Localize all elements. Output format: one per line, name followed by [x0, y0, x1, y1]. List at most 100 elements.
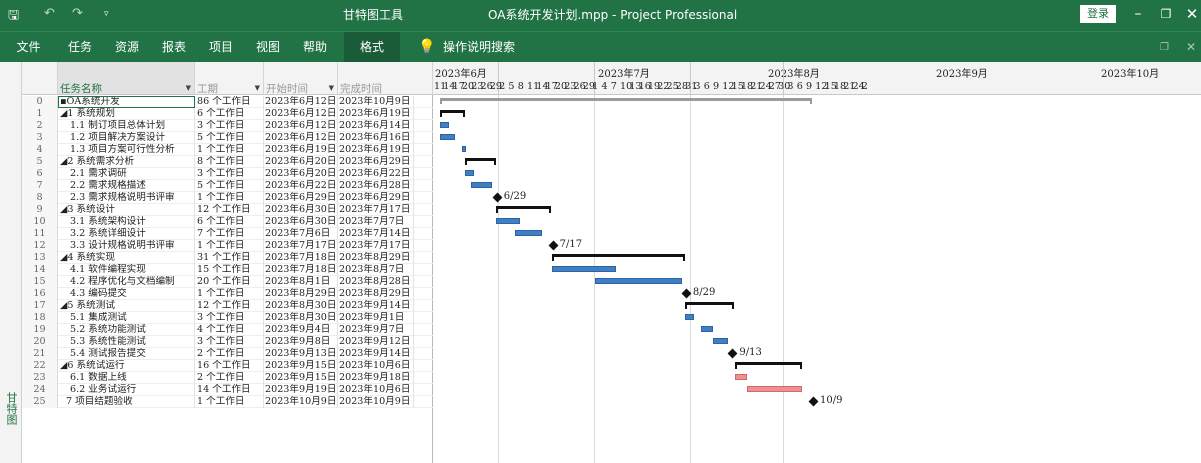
- critical-task-bar[interactable]: [747, 386, 803, 392]
- tab-resource[interactable]: 资源: [115, 32, 139, 63]
- task-finish[interactable]: 2023年7月14日: [338, 228, 414, 240]
- task-name[interactable]: 1.1 制订项目总体计划: [58, 120, 195, 132]
- task-start[interactable]: 2023年6月19日: [264, 144, 338, 156]
- task-duration[interactable]: 5 个工作日: [196, 132, 264, 144]
- task-start[interactable]: 2023年9月15日: [264, 360, 338, 372]
- task-start[interactable]: 2023年6月20日: [264, 168, 338, 180]
- task-row[interactable]: 6 2.1 需求调研 3 个工作日 2023年6月20日 2023年6月22日: [22, 168, 433, 180]
- task-start[interactable]: 2023年8月30日: [264, 300, 338, 312]
- task-bar[interactable]: [595, 278, 682, 284]
- task-duration[interactable]: 3 个工作日: [196, 120, 264, 132]
- summary-bar[interactable]: [440, 110, 466, 117]
- task-bar[interactable]: [471, 182, 493, 188]
- task-finish[interactable]: 2023年6月19日: [338, 144, 414, 156]
- task-finish[interactable]: 2023年9月18日: [338, 372, 414, 384]
- task-start[interactable]: 2023年7月18日: [264, 252, 338, 264]
- task-row[interactable]: 22 ◢6 系统试运行 16 个工作日 2023年9月15日 2023年10月6日: [22, 360, 433, 372]
- task-start[interactable]: 2023年8月29日: [264, 288, 338, 300]
- task-duration[interactable]: 12 个工作日: [196, 204, 264, 216]
- task-row[interactable]: 10 3.1 系统架构设计 6 个工作日 2023年6月30日 2023年7月7日: [22, 216, 433, 228]
- login-button[interactable]: 登录: [1080, 5, 1116, 23]
- tab-help[interactable]: 帮助: [303, 32, 327, 63]
- dropdown-icon[interactable]: ▼: [255, 84, 260, 92]
- task-finish[interactable]: 2023年6月19日: [338, 108, 414, 120]
- task-duration[interactable]: 1 个工作日: [196, 288, 264, 300]
- task-name[interactable]: 4.1 软件编程实现: [58, 264, 195, 276]
- task-name[interactable]: 5.2 系统功能测试: [58, 324, 195, 336]
- task-row[interactable]: 24 6.2 业务试运行 14 个工作日 2023年9月19日 2023年10月6日: [22, 384, 433, 396]
- task-start[interactable]: 2023年6月30日: [264, 216, 338, 228]
- task-finish[interactable]: 2023年6月14日: [338, 120, 414, 132]
- header-start[interactable]: 开始时间 ▼: [264, 62, 338, 95]
- task-name[interactable]: 3.3 设计规格说明书评审: [58, 240, 195, 252]
- task-name[interactable]: 2.1 需求调研: [58, 168, 195, 180]
- task-finish[interactable]: 2023年7月7日: [338, 216, 414, 228]
- task-bar[interactable]: [514, 230, 543, 236]
- task-duration[interactable]: 12 个工作日: [196, 300, 264, 312]
- task-row[interactable]: 11 3.2 系统详细设计 7 个工作日 2023年7月6日 2023年7月14日: [22, 228, 433, 240]
- task-start[interactable]: 2023年6月20日: [264, 156, 338, 168]
- task-duration[interactable]: 1 个工作日: [196, 192, 264, 204]
- task-duration[interactable]: 8 个工作日: [196, 156, 264, 168]
- task-duration[interactable]: 3 个工作日: [196, 312, 264, 324]
- tab-project[interactable]: 项目: [209, 32, 233, 63]
- tab-report[interactable]: 报表: [162, 32, 186, 63]
- task-start[interactable]: 2023年6月22日: [264, 180, 338, 192]
- task-duration[interactable]: 3 个工作日: [196, 168, 264, 180]
- task-bar[interactable]: [700, 326, 713, 332]
- task-row[interactable]: 23 6.1 数据上线 2 个工作日 2023年9月15日 2023年9月18日: [22, 372, 433, 384]
- task-name[interactable]: ▪OA系统开发: [58, 96, 195, 108]
- project-summary-bar[interactable]: [440, 98, 812, 104]
- task-name[interactable]: 3.2 系统详细设计: [58, 228, 195, 240]
- task-finish[interactable]: 2023年6月16日: [338, 132, 414, 144]
- close-icon[interactable]: ✕: [1178, 0, 1201, 31]
- task-finish[interactable]: 2023年8月29日: [338, 252, 414, 264]
- task-bar[interactable]: [712, 338, 729, 344]
- minimize-icon[interactable]: –: [1124, 0, 1152, 31]
- task-finish[interactable]: 2023年6月28日: [338, 180, 414, 192]
- task-finish[interactable]: 2023年9月14日: [338, 348, 414, 360]
- task-duration[interactable]: 2 个工作日: [196, 348, 264, 360]
- task-duration[interactable]: 15 个工作日: [196, 264, 264, 276]
- task-finish[interactable]: 2023年7月17日: [338, 204, 414, 216]
- task-name[interactable]: 2.2 需求规格描述: [58, 180, 195, 192]
- task-finish[interactable]: 2023年10月9日: [338, 96, 414, 108]
- summary-bar[interactable]: [685, 302, 735, 309]
- restore-icon[interactable]: ❐: [1152, 0, 1180, 31]
- task-start[interactable]: 2023年8月30日: [264, 312, 338, 324]
- task-start[interactable]: 2023年10月9日: [264, 396, 338, 408]
- task-duration[interactable]: 16 个工作日: [196, 360, 264, 372]
- task-row[interactable]: 21 5.4 测试报告提交 2 个工作日 2023年9月13日 2023年9月14日: [22, 348, 433, 360]
- task-duration[interactable]: 6 个工作日: [196, 216, 264, 228]
- task-finish[interactable]: 2023年7月17日: [338, 240, 414, 252]
- task-duration[interactable]: 4 个工作日: [196, 324, 264, 336]
- task-finish[interactable]: 2023年9月14日: [338, 300, 414, 312]
- task-start[interactable]: 2023年9月19日: [264, 384, 338, 396]
- task-name[interactable]: ◢1 系统规划: [58, 108, 195, 120]
- task-bar[interactable]: [461, 146, 466, 152]
- dropdown-icon[interactable]: ▼: [329, 84, 334, 92]
- milestone-diamond[interactable]: [727, 348, 738, 359]
- task-start[interactable]: 2023年9月4日: [264, 324, 338, 336]
- critical-task-bar[interactable]: [734, 374, 747, 380]
- gantt-chart[interactable]: 2023年6月 2023年7月 2023年8月 2023年9月 2023年10月 11 14…: [433, 62, 1201, 463]
- task-bar[interactable]: [685, 314, 694, 320]
- task-duration[interactable]: 14 个工作日: [196, 384, 264, 396]
- task-row[interactable]: 17 ◢5 系统测试 12 个工作日 2023年8月30日 2023年9月14日: [22, 300, 433, 312]
- task-name[interactable]: 1.2 项目解决方案设计: [58, 132, 195, 144]
- task-name[interactable]: 4.2 程序优化与文档编制: [58, 276, 195, 288]
- task-start[interactable]: 2023年8月1日: [264, 276, 338, 288]
- task-row[interactable]: 18 5.1 集成测试 3 个工作日 2023年8月30日 2023年9月1日: [22, 312, 433, 324]
- task-start[interactable]: 2023年7月17日: [264, 240, 338, 252]
- task-start[interactable]: 2023年9月15日: [264, 372, 338, 384]
- header-task-name[interactable]: 任务名称 ▼: [58, 62, 195, 95]
- summary-bar[interactable]: [464, 158, 496, 165]
- task-finish[interactable]: 2023年8月29日: [338, 288, 414, 300]
- summary-bar[interactable]: [495, 206, 552, 213]
- milestone-diamond[interactable]: [808, 396, 819, 407]
- task-bar[interactable]: [440, 122, 450, 128]
- tab-view[interactable]: 视图: [256, 32, 280, 63]
- milestone-diamond[interactable]: [492, 192, 503, 203]
- task-name[interactable]: 6.1 数据上线: [58, 372, 195, 384]
- task-row[interactable]: 14 4.1 软件编程实现 15 个工作日 2023年7月18日 2023年8月7日: [22, 264, 433, 276]
